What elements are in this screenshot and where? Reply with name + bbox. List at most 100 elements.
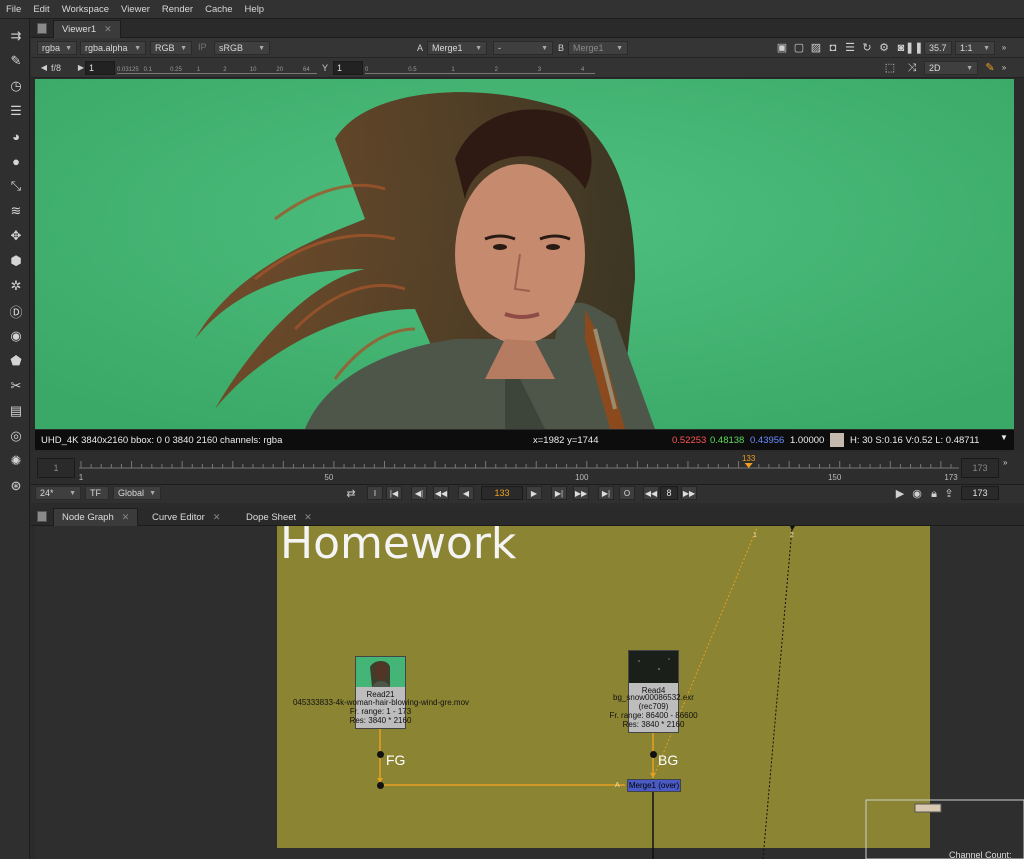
- gain-field[interactable]: 1: [85, 61, 115, 75]
- pause-icon[interactable]: ❚❚: [905, 42, 923, 54]
- next-step-button[interactable]: ▶▶: [573, 486, 589, 500]
- transform-tool-icon[interactable]: ✥: [8, 228, 24, 244]
- menu-workspace[interactable]: Workspace: [62, 4, 109, 15]
- end-frame-field[interactable]: 173: [961, 486, 999, 500]
- close-icon[interactable]: ✕: [304, 512, 312, 523]
- a-input-select[interactable]: Merge1 ▼: [427, 41, 487, 55]
- gain-slider[interactable]: 0.03125 0.1 0.25 1 2 10 20 64: [117, 62, 317, 74]
- zebra-icon[interactable]: ▨: [810, 42, 822, 54]
- tab-dope-sheet[interactable]: Dope Sheet ✕: [238, 508, 320, 526]
- corner-dot-node[interactable]: [377, 782, 384, 789]
- prev-step-button[interactable]: ◀◀: [433, 486, 449, 500]
- out-point-field[interactable]: 173: [961, 458, 999, 478]
- merge-tool-icon[interactable]: ≋: [8, 203, 24, 219]
- fps-select[interactable]: 24* ▼: [35, 486, 81, 500]
- particles-tool-icon[interactable]: ✲: [8, 278, 24, 294]
- next-frame-button[interactable]: ▶|: [551, 486, 567, 500]
- view-mode-select[interactable]: 2D ▼: [924, 61, 978, 75]
- refresh-icon[interactable]: ↻: [861, 42, 873, 54]
- first-frame-button[interactable]: |◀: [386, 486, 402, 500]
- flipbook-icon[interactable]: ▶: [894, 488, 906, 500]
- image-tool-icon[interactable]: ⇉: [8, 28, 24, 44]
- zoom-field[interactable]: 35.7: [924, 41, 952, 55]
- b-input-select[interactable]: Merge1 ▼: [568, 41, 628, 55]
- playhead-marker[interactable]: [744, 463, 753, 468]
- toolsets-tool-icon[interactable]: ✂: [8, 378, 24, 394]
- menu-render[interactable]: Render: [162, 4, 193, 15]
- display-select[interactable]: RGB ▼: [150, 41, 192, 55]
- channels-select[interactable]: rgba ▼: [37, 41, 77, 55]
- pane-menu-icon[interactable]: [37, 511, 47, 522]
- roi-select-icon[interactable]: ⬚: [884, 62, 896, 74]
- 3d-tool-icon[interactable]: ⬢: [8, 253, 24, 269]
- deep-tool-icon[interactable]: Ⓓ: [8, 303, 24, 320]
- menu-help[interactable]: Help: [245, 4, 265, 15]
- lut-select[interactable]: sRGB ▼: [214, 41, 270, 55]
- timeline-slider[interactable]: 1 50 100 150 173133: [79, 452, 959, 485]
- current-frame-field[interactable]: 133: [481, 486, 523, 500]
- chevron-down-icon[interactable]: ▼: [1000, 433, 1008, 442]
- menu-edit[interactable]: Edit: [33, 4, 49, 15]
- lock-icon[interactable]: 🔒︎: [928, 488, 940, 500]
- loop-icon[interactable]: ⇄: [345, 488, 357, 500]
- wipe-mode-select[interactable]: - ▼: [493, 41, 553, 55]
- close-icon[interactable]: ✕: [213, 512, 221, 523]
- ocula-tool-icon[interactable]: ✺: [8, 453, 24, 469]
- play-button[interactable]: ▶: [526, 486, 542, 500]
- out-button[interactable]: O: [619, 486, 635, 500]
- nuke-tool-icon[interactable]: ⊛: [8, 478, 24, 494]
- viewer-canvas[interactable]: [35, 79, 1014, 429]
- gizmo-icon[interactable]: ⤨: [906, 62, 918, 74]
- gain-reset-icon[interactable]: ◀: [38, 62, 50, 74]
- menu-cache[interactable]: Cache: [205, 4, 232, 15]
- fg-dot-node[interactable]: [377, 751, 384, 758]
- furnace-tool-icon[interactable]: ◎: [8, 428, 24, 444]
- other-tool-icon[interactable]: ▤: [8, 403, 24, 419]
- in-point-field[interactable]: 1: [37, 458, 75, 478]
- collapse-icon[interactable]: »: [998, 42, 1010, 54]
- step-back-icon[interactable]: ◀◀: [643, 486, 659, 500]
- tab-viewer1[interactable]: Viewer1 ✕: [53, 20, 121, 38]
- draw-tool-icon[interactable]: ✎: [8, 53, 24, 69]
- gamma-field[interactable]: 1: [333, 61, 363, 75]
- node-graph-canvas[interactable]: Homework 1 2 Read21 045333833-4k-woman-h…: [35, 526, 1024, 859]
- menu-viewer[interactable]: Viewer: [121, 4, 150, 15]
- pane-menu-icon[interactable]: [37, 23, 47, 34]
- gear-icon[interactable]: ⚙: [878, 42, 890, 54]
- step-forward-icon[interactable]: ▶▶: [681, 486, 697, 500]
- menu-file[interactable]: File: [6, 4, 21, 15]
- prev-keyframe-button[interactable]: ◀|: [411, 486, 427, 500]
- tab-curve-editor[interactable]: Curve Editor ✕: [144, 508, 228, 526]
- last-frame-button[interactable]: ▶|: [598, 486, 614, 500]
- views-tool-icon[interactable]: ◉: [8, 328, 24, 344]
- tab-node-graph[interactable]: Node Graph ✕: [53, 508, 139, 526]
- metadata-tool-icon[interactable]: ⬟: [8, 353, 24, 369]
- prev-frame-button[interactable]: ◀: [458, 486, 474, 500]
- timecode-select[interactable]: TF: [85, 486, 109, 500]
- merge1-node[interactable]: Merge1 (over): [627, 779, 681, 792]
- gamma-slider[interactable]: 0 0.5 1 2 3 4: [365, 62, 595, 74]
- close-icon[interactable]: ✕: [122, 512, 130, 523]
- record-icon[interactable]: ◉: [911, 488, 923, 500]
- in-button[interactable]: I: [367, 486, 383, 500]
- paint-brush-icon[interactable]: ✎: [984, 62, 996, 74]
- upload-icon[interactable]: ⇪: [943, 488, 955, 500]
- color-tool-icon[interactable]: ◕: [8, 128, 24, 144]
- roi-icon[interactable]: ▣: [776, 42, 788, 54]
- time-tool-icon[interactable]: ◷: [8, 78, 24, 94]
- collapse-icon[interactable]: »: [1003, 458, 1007, 467]
- frame-icon[interactable]: ▢: [793, 42, 805, 54]
- collapse-icon[interactable]: »: [998, 62, 1010, 74]
- range-select[interactable]: Global ▼: [113, 486, 161, 500]
- alpha-select[interactable]: rgba.alpha ▼: [80, 41, 146, 55]
- close-icon[interactable]: ✕: [104, 24, 112, 35]
- keyer-tool-icon[interactable]: ⤡: [8, 178, 24, 194]
- monitor-icon[interactable]: ◘: [827, 42, 839, 54]
- step-field[interactable]: 8: [660, 486, 678, 500]
- lines-icon[interactable]: ☰: [844, 42, 856, 54]
- filter-tool-icon[interactable]: ●: [8, 153, 24, 169]
- ip-button[interactable]: IP: [198, 42, 207, 52]
- proxy-ratio-select[interactable]: 1:1 ▼: [955, 41, 995, 55]
- channel-tool-icon[interactable]: ☰: [8, 103, 24, 119]
- bg-dot-node[interactable]: [650, 751, 657, 758]
